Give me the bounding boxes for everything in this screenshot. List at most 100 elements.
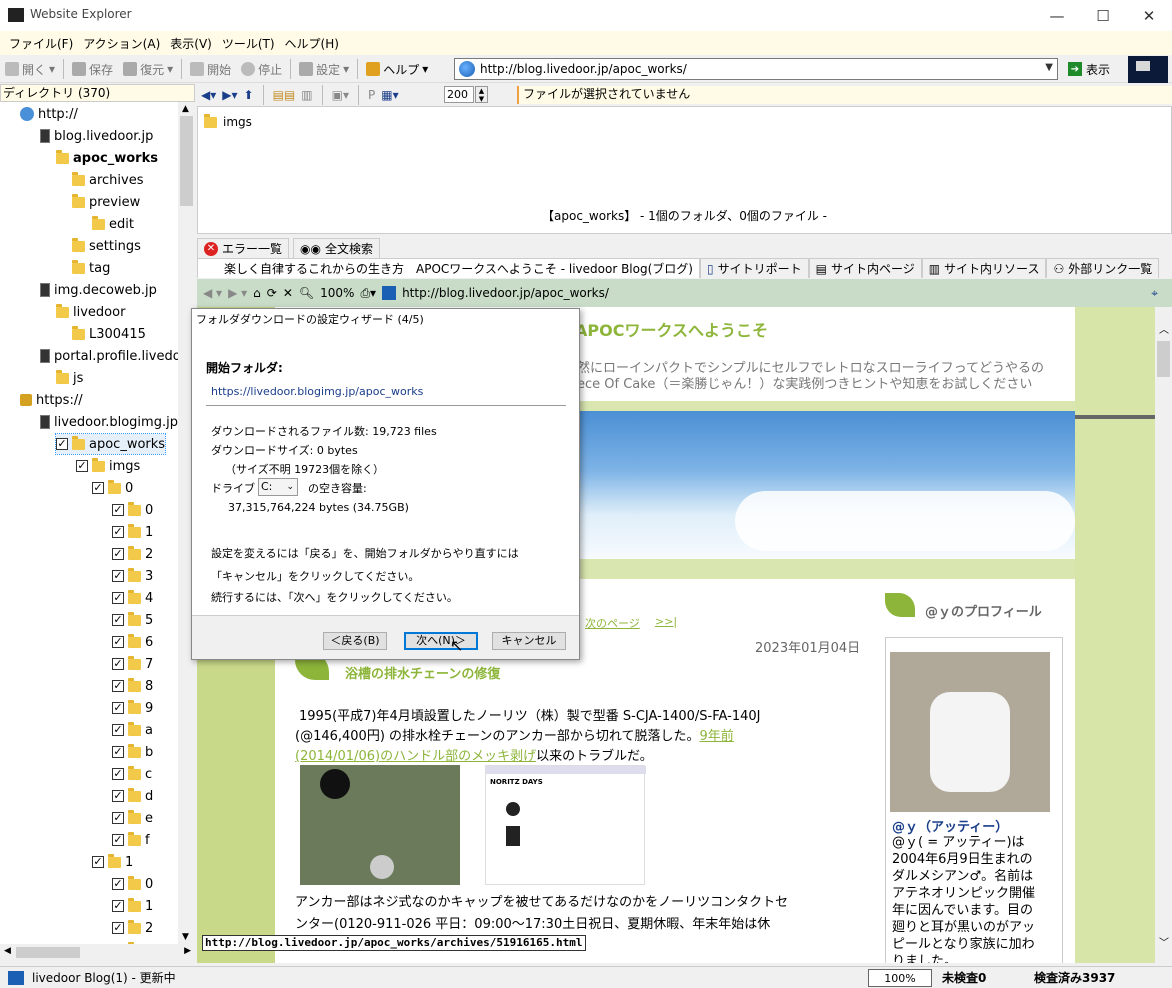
close-button[interactable]: ✕	[1126, 0, 1172, 31]
tree-node[interactable]: ✓ 6	[112, 632, 153, 652]
checkbox[interactable]: ✓	[112, 878, 124, 890]
menu-tools[interactable]: ツール(T)	[217, 35, 280, 52]
icon-size-input[interactable]: 200	[444, 86, 474, 103]
stop-button[interactable]: 停止	[236, 57, 287, 81]
checkbox[interactable]: ✓	[112, 702, 124, 714]
checkbox[interactable]: ✓	[112, 900, 124, 912]
tree-node[interactable]: ✓ imgs	[76, 456, 140, 476]
tree-node[interactable]: settings	[72, 236, 141, 256]
checkbox[interactable]: ✓	[112, 504, 124, 516]
scroll-up-icon[interactable]: ︿	[1159, 321, 1169, 336]
chevron-down-icon[interactable]: ▼	[1045, 62, 1053, 73]
scroll-down-icon[interactable]: ▼	[182, 932, 189, 942]
tab-external-links[interactable]: ⚇ 外部リンク一覧	[1046, 258, 1160, 278]
menu-action[interactable]: アクション(A)	[78, 35, 165, 52]
scroll-left-icon[interactable]: ◀	[4, 946, 11, 956]
view-mode-icon[interactable]: ▦▾	[381, 88, 398, 102]
tree-node[interactable]: ✓ 4	[112, 588, 153, 608]
checkbox[interactable]: ✓	[112, 658, 124, 670]
tree-node[interactable]: ✓ d	[112, 786, 153, 806]
icon-size-spinner[interactable]: ▲ ▼	[475, 86, 488, 103]
browser-back-icon[interactable]: ◀ ▾	[203, 286, 222, 300]
menu-help[interactable]: ヘルプ(H)	[280, 35, 344, 52]
tree-node[interactable]: apoc_works	[56, 148, 158, 168]
tab-errors[interactable]: ✕ エラー一覧	[197, 238, 290, 258]
restore-button[interactable]: 復元 ▾	[118, 57, 178, 81]
tab-page[interactable]: 楽しく自律するこれからの生き方 APOCワークスへようこそ - livedoor…	[197, 258, 700, 278]
checkbox[interactable]: ✓	[112, 548, 124, 560]
checkbox[interactable]: ✓	[112, 724, 124, 736]
list-item[interactable]: imgs	[204, 113, 252, 129]
checkbox[interactable]: ✓	[112, 812, 124, 824]
profile-name[interactable]: @ｙ（アッティー）	[892, 816, 1008, 835]
properties-icon[interactable]: P	[368, 88, 375, 102]
scroll-thumb[interactable]	[180, 116, 193, 206]
tree-horizontal-scrollbar[interactable]: ◀ ▶	[0, 944, 195, 961]
next-button[interactable]: 次へ(N)＞	[404, 632, 478, 650]
back-icon[interactable]: ◀▾	[201, 88, 216, 102]
browser-zoom[interactable]: 100%	[320, 286, 354, 300]
tree-node[interactable]: portal.profile.livedoor	[40, 346, 178, 366]
checkbox[interactable]: ✓	[112, 768, 124, 780]
cancel-button[interactable]: キャンセル	[492, 632, 566, 650]
tree-node[interactable]: ✓ apoc_works	[54, 433, 167, 455]
tree-node[interactable]: ✓ 1	[112, 896, 153, 916]
checkbox[interactable]: ✓	[56, 438, 68, 450]
print-icon[interactable]: ⎙▾	[360, 286, 376, 301]
checkbox[interactable]: ✓	[112, 570, 124, 582]
maximize-button[interactable]: ☐	[1080, 0, 1126, 31]
browser-forward-icon[interactable]: ▶ ▾	[228, 286, 247, 300]
tree-node[interactable]: ✓ f	[112, 830, 150, 850]
tree-node[interactable]: ✓ 0	[112, 500, 153, 520]
checkbox[interactable]: ✓	[112, 636, 124, 648]
tree-node[interactable]: livedoor.blogimg.jp	[40, 412, 178, 432]
tree-node[interactable]: ✓ 0	[112, 874, 153, 894]
tree-node[interactable]: preview	[72, 192, 140, 212]
back-button[interactable]: ＜戻る(B)	[323, 632, 387, 650]
last-page-link[interactable]: >>|	[655, 615, 677, 628]
tree-node[interactable]: ✓ b	[112, 742, 153, 762]
tree-node[interactable]: tag	[72, 258, 110, 278]
scroll-thumb[interactable]	[16, 947, 80, 958]
checkbox[interactable]: ✓	[112, 746, 124, 758]
menu-file[interactable]: ファイル(F)	[4, 35, 78, 52]
drive-select[interactable]: C: ⌄	[258, 478, 298, 496]
checkbox[interactable]: ✓	[112, 922, 124, 934]
tree-node[interactable]: ✓ e	[112, 808, 153, 828]
tree-node[interactable]: ✓ 8	[112, 676, 153, 696]
save-button[interactable]: 保存	[67, 57, 118, 81]
scroll-thumb[interactable]	[1157, 341, 1170, 377]
post-title[interactable]: 浴槽の排水チェーンの修復	[345, 663, 500, 682]
zoom-icon[interactable]: 🔍︎	[299, 286, 314, 300]
tree-node[interactable]: ✓3	[112, 566, 153, 586]
tree-node[interactable]: https://	[20, 390, 83, 410]
scroll-right-icon[interactable]: ▶	[184, 946, 191, 956]
tree-node[interactable]: js	[56, 368, 83, 388]
tree-node[interactable]: edit	[92, 214, 134, 234]
refresh-icon[interactable]: ▥	[301, 88, 312, 102]
folder-view-icon[interactable]: ▤▤	[273, 88, 296, 102]
tree-node[interactable]: archives	[72, 170, 144, 190]
checkbox[interactable]: ✓	[112, 834, 124, 846]
tree-node[interactable]: img.decoweb.jp	[40, 280, 157, 300]
next-page-link[interactable]: 次のページ	[585, 615, 640, 631]
checkbox[interactable]: ✓	[112, 680, 124, 692]
checkbox[interactable]: ✓	[92, 482, 104, 494]
directory-tree[interactable]: http://blog.livedoor.jp apoc_works archive…	[0, 102, 178, 944]
checkbox[interactable]: ✓	[92, 856, 104, 868]
checkbox[interactable]: ✓	[76, 460, 88, 472]
tree-node[interactable]: ✓ a	[112, 720, 153, 740]
tree-node[interactable]: ✓ 9	[112, 698, 153, 718]
file-list-pane[interactable]: imgs 【apoc_works】 - 1個のフォルダ、0個のファイル -	[197, 106, 1172, 234]
tree-node[interactable]: ✓ 7	[112, 654, 153, 674]
checkbox[interactable]: ✓	[112, 526, 124, 538]
checkbox[interactable]: ✓	[112, 592, 124, 604]
open-button[interactable]: 開く ▾	[0, 57, 60, 81]
menu-view[interactable]: 表示(V)	[165, 35, 217, 52]
link-9-years-ago[interactable]: 9年前	[699, 729, 733, 744]
help-button[interactable]: ヘルプ ▾	[361, 57, 433, 81]
url-combobox[interactable]: http://blog.livedoor.jp/apoc_works/ ▼	[454, 58, 1058, 80]
tree-node[interactable]: ✓ 5	[112, 610, 153, 630]
checkbox[interactable]: ✓	[112, 790, 124, 802]
start-button[interactable]: 開始	[185, 57, 236, 81]
